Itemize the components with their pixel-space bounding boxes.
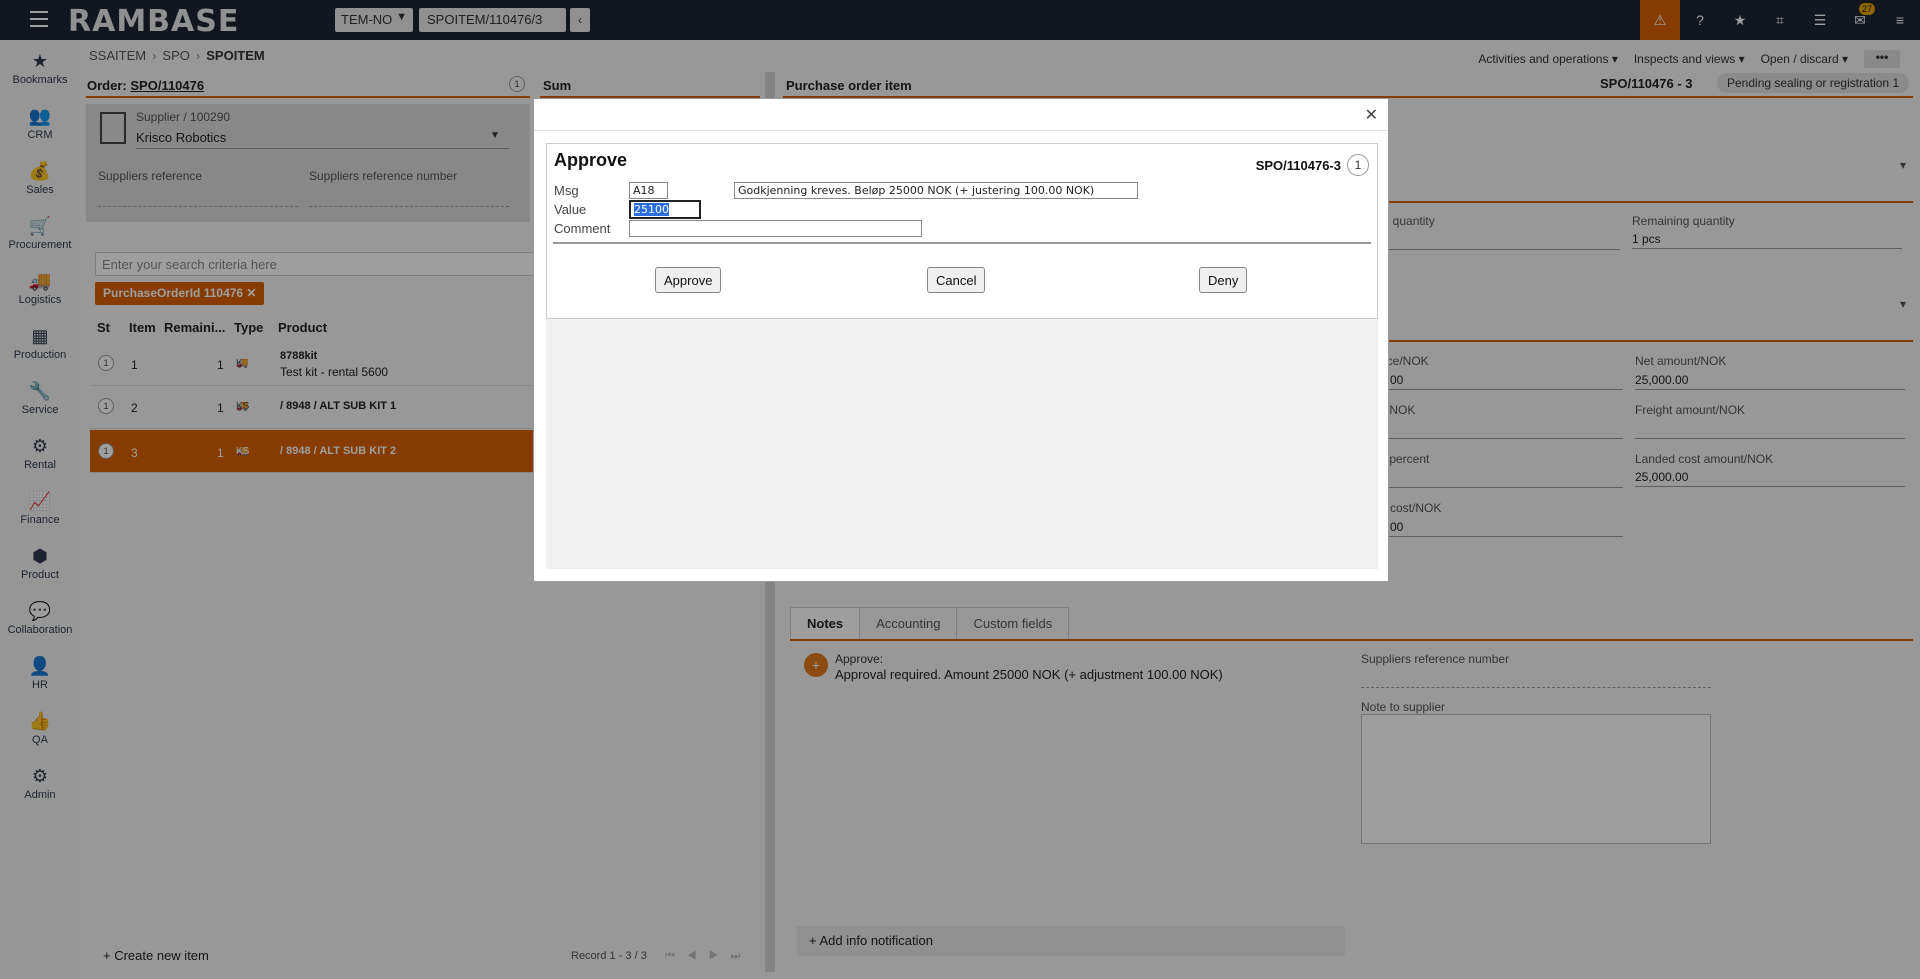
form-reference: SPO/110476-3 — [1255, 158, 1341, 173]
value-input[interactable]: 25100 — [629, 200, 701, 219]
approve-button[interactable]: Approve — [655, 267, 722, 293]
approve-form: Approve SPO/110476-3 1 Msg A18 Godkjenni… — [546, 143, 1378, 319]
value-label: Value — [554, 202, 587, 217]
form-count-badge: 1 — [1347, 154, 1369, 176]
form-title: Approve — [554, 150, 628, 170]
msg-code-input[interactable]: A18 — [629, 182, 668, 199]
comment-label: Comment — [554, 221, 611, 236]
close-icon[interactable]: ✕ — [1365, 105, 1378, 125]
msg-label: Msg — [554, 183, 579, 198]
form-divider — [553, 242, 1371, 244]
dialog-header: ✕ — [534, 99, 1388, 131]
comment-input[interactable] — [629, 220, 922, 237]
dialog-body: Approve SPO/110476-3 1 Msg A18 Godkjenni… — [546, 143, 1378, 569]
deny-button[interactable]: Deny — [1199, 267, 1248, 293]
approve-dialog: ✕ Approve SPO/110476-3 1 Msg A18 Godkjen… — [533, 98, 1389, 582]
cancel-button[interactable]: Cancel — [927, 267, 986, 293]
msg-text-input[interactable]: Godkjenning kreves. Beløp 25000 NOK (+ j… — [734, 182, 1138, 199]
